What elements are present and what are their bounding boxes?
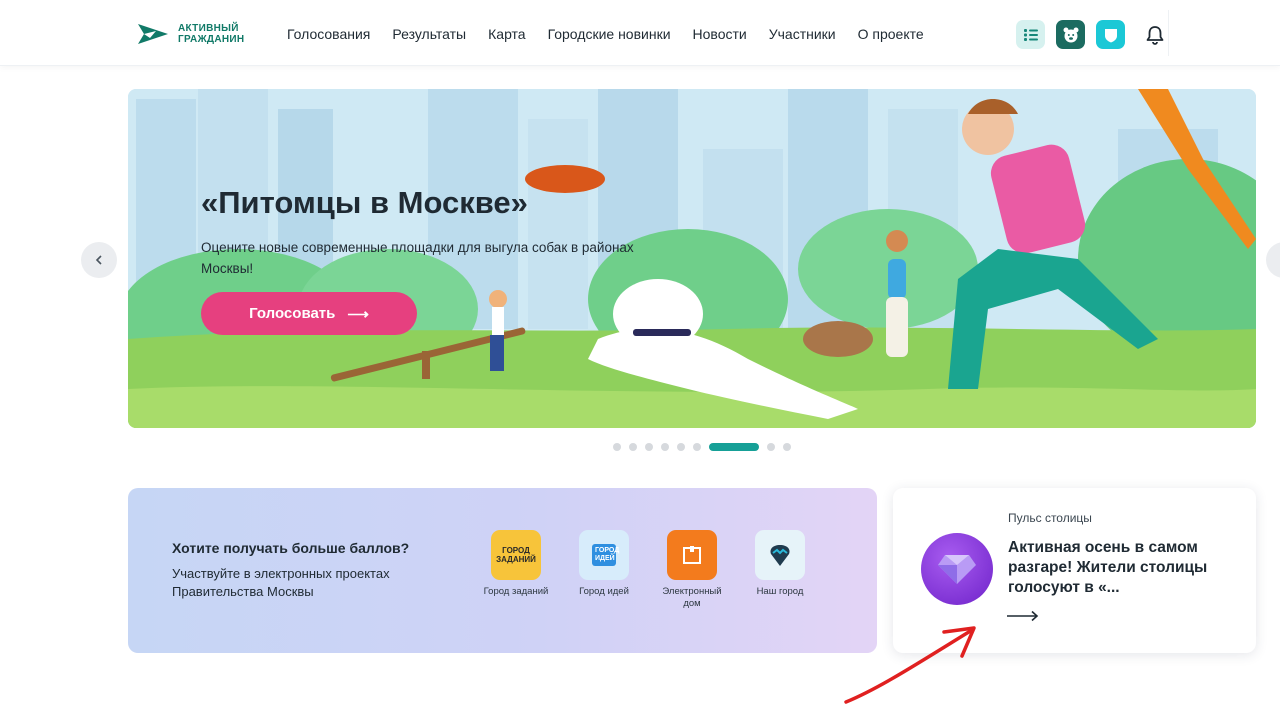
shield-button[interactable] [1096, 20, 1125, 49]
nav-city-news[interactable]: Городские новинки [548, 26, 671, 42]
city-tasks-icon: ГОРОД ЗАДАНИЙ [491, 530, 541, 580]
pulse-kicker: Пульс столицы [1008, 511, 1092, 525]
city-tasks-tile-text: ГОРОД ЗАДАНИЙ [496, 546, 536, 564]
app-city-ideas[interactable]: ГОРОД ИДЕЙ Город идей [565, 530, 643, 610]
apps-list: ГОРОД ЗАДАНИЙ Город заданий ГОРОД ИДЕЙ Г… [477, 530, 819, 610]
carousel-dot[interactable] [677, 443, 685, 451]
app-our-city[interactable]: Наш город [741, 530, 819, 610]
nav-results[interactable]: Результаты [392, 26, 466, 42]
carousel-dot[interactable] [767, 443, 775, 451]
map-pin-icon [770, 545, 790, 566]
vote-button-label: Голосовать [249, 305, 336, 322]
bear-icon [1063, 27, 1078, 42]
annotation-arrow [844, 626, 976, 704]
shield-icon [1104, 28, 1117, 42]
app-city-tasks[interactable]: ГОРОД ЗАДАНИЙ Город заданий [477, 530, 555, 610]
electronic-home-icon [667, 530, 717, 580]
bear-button[interactable] [1056, 20, 1085, 49]
carousel-prev-button[interactable] [81, 242, 117, 278]
notifications-button[interactable] [1140, 20, 1169, 49]
nav-votes[interactable]: Голосования [287, 26, 370, 42]
carousel-dot[interactable] [661, 443, 669, 451]
points-text: Участвуйте в электронных проектах Правит… [172, 566, 390, 599]
bell-icon [1146, 25, 1163, 45]
app-electronic-home[interactable]: Электронный дом [653, 530, 731, 610]
carousel-dots [613, 443, 791, 451]
logo-icon [138, 24, 168, 44]
our-city-icon [755, 530, 805, 580]
site-header: АКТИВНЫЙ ГРАЖДАНИН Голосования Результат… [0, 0, 1280, 66]
header-actions [1016, 20, 1169, 49]
city-ideas-tile-text: ГОРОД ИДЕЙ [592, 544, 619, 566]
list-icon [1023, 28, 1038, 41]
chevron-left-icon [95, 255, 102, 265]
logo-link[interactable]: АКТИВНЫЙ ГРАЖДАНИН [136, 20, 244, 48]
main-nav: Голосования Результаты Карта Городские н… [287, 26, 924, 42]
logo-text: АКТИВНЫЙ ГРАЖДАНИН [178, 23, 244, 45]
app-label: Город заданий [483, 586, 549, 597]
banner-title: «Питомцы в Москве» [201, 185, 528, 220]
arrow-right-icon[interactable] [1006, 610, 1040, 622]
carousel-dot[interactable] [783, 443, 791, 451]
user-area[interactable] [1168, 10, 1280, 56]
banner-subtitle: Оцените новые современные площадки для в… [201, 240, 634, 276]
carousel-next-button[interactable] [1266, 242, 1280, 278]
points-title: Хотите получать больше баллов? [172, 540, 410, 556]
logo-line1: АКТИВНЫЙ [178, 23, 239, 34]
list-button[interactable] [1016, 20, 1045, 49]
app-label: Электронный дом [662, 586, 722, 609]
logo-line2: ГРАЖДАНИН [178, 34, 245, 45]
city-ideas-icon: ГОРОД ИДЕЙ [579, 530, 629, 580]
vote-button[interactable]: Голосовать ⟶ [201, 292, 417, 335]
door-icon [683, 546, 701, 564]
diamond-icon [938, 555, 976, 584]
nav-about[interactable]: О проекте [858, 26, 924, 42]
gem-icon [921, 533, 993, 605]
nav-participants[interactable]: Участники [769, 26, 836, 42]
carousel-dot[interactable] [613, 443, 621, 451]
carousel-dot[interactable] [709, 443, 759, 451]
pulse-title: Активная осень в самом разгаре! Жители с… [1008, 539, 1208, 596]
carousel-dot[interactable] [645, 443, 653, 451]
nav-news[interactable]: Новости [693, 26, 747, 42]
page: АКТИВНЫЙ ГРАЖДАНИН Голосования Результат… [0, 0, 1280, 708]
arrow-right-icon: ⟶ [347, 305, 369, 323]
app-label: Город идей [579, 586, 629, 597]
carousel-dot[interactable] [693, 443, 701, 451]
app-label: Наш город [756, 586, 804, 597]
more-points-card: Хотите получать больше баллов? Участвуйт… [128, 488, 877, 653]
nav-map[interactable]: Карта [488, 26, 525, 42]
carousel-dot[interactable] [629, 443, 637, 451]
promo-banner[interactable]: «Питомцы в Москве» Оцените новые совреме… [128, 89, 1256, 428]
